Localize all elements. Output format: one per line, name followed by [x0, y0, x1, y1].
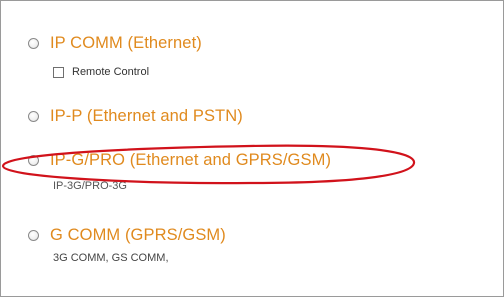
- radio-label-ip-comm: IP COMM (Ethernet): [50, 34, 202, 52]
- radio-label-g-comm: G COMM (GPRS/GSM): [50, 226, 226, 244]
- radio-button[interactable]: [28, 230, 39, 241]
- remote-control-checkbox[interactable]: [53, 66, 64, 78]
- connection-type-panel: IP COMM (Ethernet) Remote Control IP-P (…: [0, 0, 504, 297]
- g-comm-subtext: 3G COMM, GS COMM,: [53, 252, 169, 264]
- radio-button[interactable]: [28, 111, 39, 122]
- radio-option-ip-g-pro[interactable]: IP-G/PRO (Ethernet and GPRS/GSM): [28, 151, 331, 170]
- ip-g-pro-subtext: IP-3G/PRO-3G: [53, 180, 127, 192]
- radio-label-ip-g-pro: IP-G/PRO (Ethernet and GPRS/GSM): [50, 151, 332, 169]
- radio-option-ip-p[interactable]: IP-P (Ethernet and PSTN): [28, 107, 243, 126]
- remote-control-label: Remote Control: [72, 66, 150, 78]
- radio-label-ip-p: IP-P (Ethernet and PSTN): [50, 107, 243, 125]
- radio-option-ip-comm[interactable]: IP COMM (Ethernet): [28, 34, 202, 53]
- remote-control-checkbox-row[interactable]: Remote Control: [53, 66, 149, 78]
- radio-button[interactable]: [28, 155, 39, 166]
- radio-button[interactable]: [28, 38, 39, 49]
- radio-option-g-comm[interactable]: G COMM (GPRS/GSM): [28, 226, 226, 245]
